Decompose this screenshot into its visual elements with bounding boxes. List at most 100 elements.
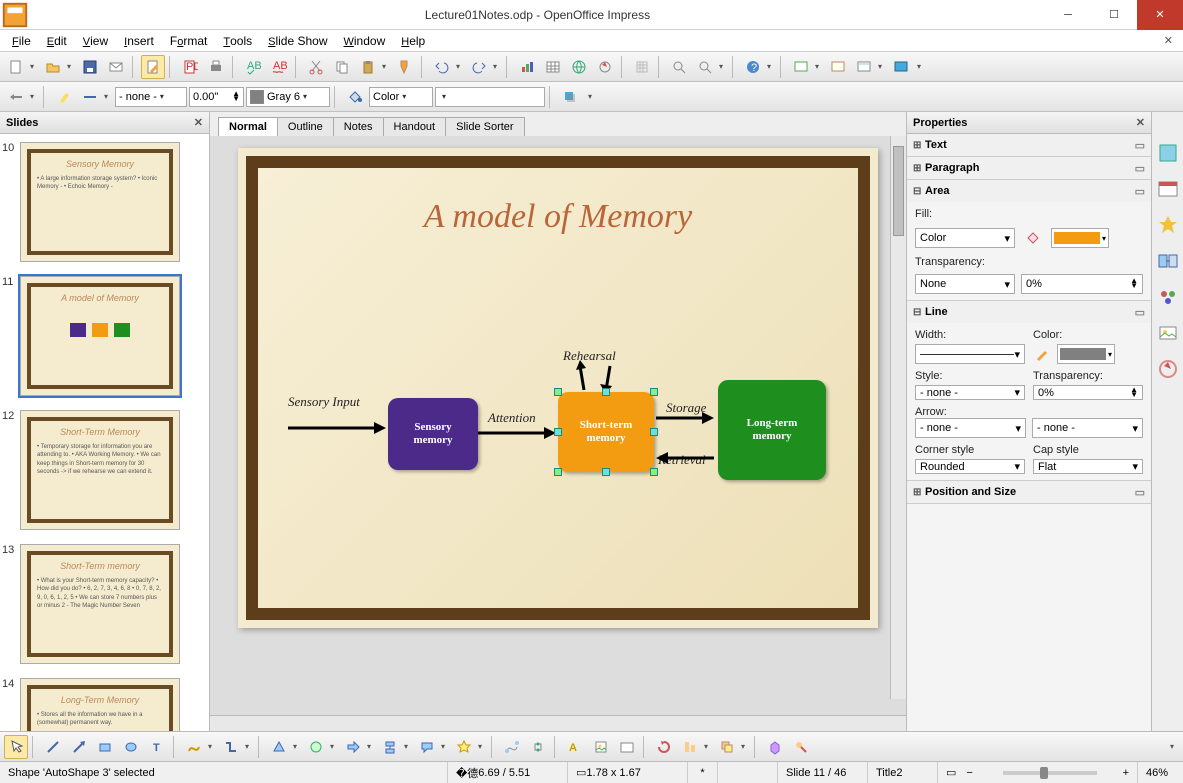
gallery-tab-icon[interactable] (1157, 322, 1179, 344)
close-document-icon[interactable]: ✕ (1158, 32, 1179, 49)
connector-tool-icon[interactable] (219, 735, 243, 759)
grid-icon[interactable] (630, 55, 654, 79)
area-fill-type[interactable]: Color▾ (369, 87, 433, 107)
email-icon[interactable] (104, 55, 128, 79)
basic-shapes-icon[interactable] (267, 735, 291, 759)
vertical-scrollbar[interactable] (890, 136, 906, 699)
box-long-term-memory[interactable]: Long-term memory (718, 380, 826, 480)
glue-points-icon[interactable] (526, 735, 550, 759)
interaction-icon[interactable] (789, 735, 813, 759)
spellcheck-icon[interactable]: ABC (241, 55, 265, 79)
minimize-button[interactable]: ─ (1045, 0, 1091, 30)
extrusion-icon[interactable] (763, 735, 787, 759)
line-color-button[interactable]: ▾ (1057, 344, 1115, 364)
menu-insert[interactable]: Insert (116, 32, 162, 50)
section-line[interactable]: ⊟Line▭ (907, 301, 1151, 323)
slide-design-icon[interactable] (826, 55, 850, 79)
box-short-term-memory[interactable]: Short-term memory (558, 392, 654, 472)
slides-panel-close-icon[interactable]: ✕ (194, 116, 203, 129)
shadow-icon[interactable] (558, 85, 582, 109)
undo-dropdown[interactable]: ▾ (456, 62, 465, 71)
print-icon[interactable] (204, 55, 228, 79)
from-file-icon[interactable] (589, 735, 613, 759)
autospell-icon[interactable]: ABC (267, 55, 291, 79)
box-sensory-memory[interactable]: Sensory memory (388, 398, 478, 470)
arrow-tool-icon[interactable] (67, 735, 91, 759)
menu-format[interactable]: Format (162, 32, 215, 50)
paste-icon[interactable] (356, 55, 380, 79)
format-paintbrush-icon[interactable] (393, 55, 417, 79)
save-icon[interactable] (78, 55, 102, 79)
line-width-spinner[interactable]: 0.00"▲▼ (189, 87, 244, 107)
navigator-icon[interactable] (593, 55, 617, 79)
slide-icon[interactable] (789, 55, 813, 79)
cut-icon[interactable] (304, 55, 328, 79)
menu-view[interactable]: View (75, 32, 116, 50)
transparency-value[interactable]: 0%▲▼ (1021, 274, 1143, 294)
slide-layout-icon[interactable] (852, 55, 876, 79)
slide-thumb-10[interactable]: 10 Sensory Memory• A large information s… (20, 142, 201, 262)
pdf-icon[interactable]: PDF (178, 55, 202, 79)
paste-dropdown[interactable]: ▾ (382, 62, 391, 71)
undo-icon[interactable] (430, 55, 454, 79)
align-icon[interactable] (678, 735, 702, 759)
curve-tool-icon[interactable] (182, 735, 206, 759)
hyperlink-icon[interactable] (567, 55, 591, 79)
copy-icon[interactable] (330, 55, 354, 79)
area-fill-color[interactable]: ▾ (435, 87, 545, 107)
fill-type-select[interactable]: Color▾ (915, 228, 1015, 248)
section-position-size[interactable]: ⊞Position and Size▭ (907, 481, 1151, 503)
horizontal-scrollbar[interactable] (210, 715, 906, 731)
arrange-icon[interactable] (715, 735, 739, 759)
chart-icon[interactable] (515, 55, 539, 79)
section-text[interactable]: ⊞Text▭ (907, 134, 1151, 156)
redo-dropdown[interactable]: ▾ (493, 62, 502, 71)
transparency-type-select[interactable]: None▾ (915, 274, 1015, 294)
slide-transition-tab-icon[interactable] (1157, 250, 1179, 272)
block-arrows-icon[interactable] (341, 735, 365, 759)
highlight-icon[interactable] (52, 85, 76, 109)
maximize-button[interactable]: ☐ (1091, 0, 1137, 30)
table-icon[interactable] (541, 55, 565, 79)
new-dropdown[interactable]: ▾ (30, 62, 39, 71)
line-color-select[interactable]: Gray 6▾ (246, 87, 330, 107)
section-paragraph[interactable]: ⊞Paragraph▭ (907, 157, 1151, 179)
points-icon[interactable] (500, 735, 524, 759)
zoom-icon[interactable] (667, 55, 691, 79)
properties-close-icon[interactable]: ✕ (1136, 116, 1145, 129)
menu-file[interactable]: File (4, 32, 39, 50)
select-tool-icon[interactable] (4, 735, 28, 759)
menu-window[interactable]: Window (335, 32, 393, 50)
fontwork-icon[interactable]: A (563, 735, 587, 759)
menu-help[interactable]: Help (393, 32, 433, 50)
symbol-shapes-icon[interactable] (304, 735, 328, 759)
ellipse-tool-icon[interactable] (119, 735, 143, 759)
callouts-icon[interactable] (415, 735, 439, 759)
line-style-select[interactable]: - none -▾ (115, 87, 187, 107)
arrow-style-icon[interactable] (4, 85, 28, 109)
slides-list[interactable]: 10 Sensory Memory• A large information s… (0, 134, 209, 731)
properties-tab-icon[interactable] (1157, 142, 1179, 164)
tab-outline[interactable]: Outline (277, 117, 334, 136)
slideshow-icon[interactable] (889, 55, 913, 79)
cap-style-select[interactable]: Flat▾ (1033, 459, 1143, 474)
redo-icon[interactable] (467, 55, 491, 79)
master-pages-tab-icon[interactable] (1157, 178, 1179, 200)
zoom-controls[interactable]: ▭ − + (938, 762, 1138, 783)
zoom-percent[interactable]: 46% (1138, 762, 1183, 783)
tab-normal[interactable]: Normal (218, 117, 278, 136)
zoom-page-icon[interactable] (693, 55, 717, 79)
line-tool-icon[interactable] (41, 735, 65, 759)
line-width-select[interactable]: ▾ (915, 344, 1025, 364)
stars-icon[interactable] (452, 735, 476, 759)
text-tool-icon[interactable]: T (145, 735, 169, 759)
zoom-dropdown[interactable]: ▾ (719, 62, 728, 71)
corner-style-select[interactable]: Rounded▾ (915, 459, 1025, 474)
slide-thumb-12[interactable]: 12 Short-Term Memory• Temporary storage … (20, 410, 201, 530)
slide-title[interactable]: A model of Memory (238, 198, 878, 236)
rectangle-tool-icon[interactable] (93, 735, 117, 759)
open-dropdown[interactable]: ▾ (67, 62, 76, 71)
pencil-icon[interactable] (1033, 345, 1051, 363)
tab-slide-sorter[interactable]: Slide Sorter (445, 117, 524, 136)
custom-animation-tab-icon[interactable] (1157, 214, 1179, 236)
